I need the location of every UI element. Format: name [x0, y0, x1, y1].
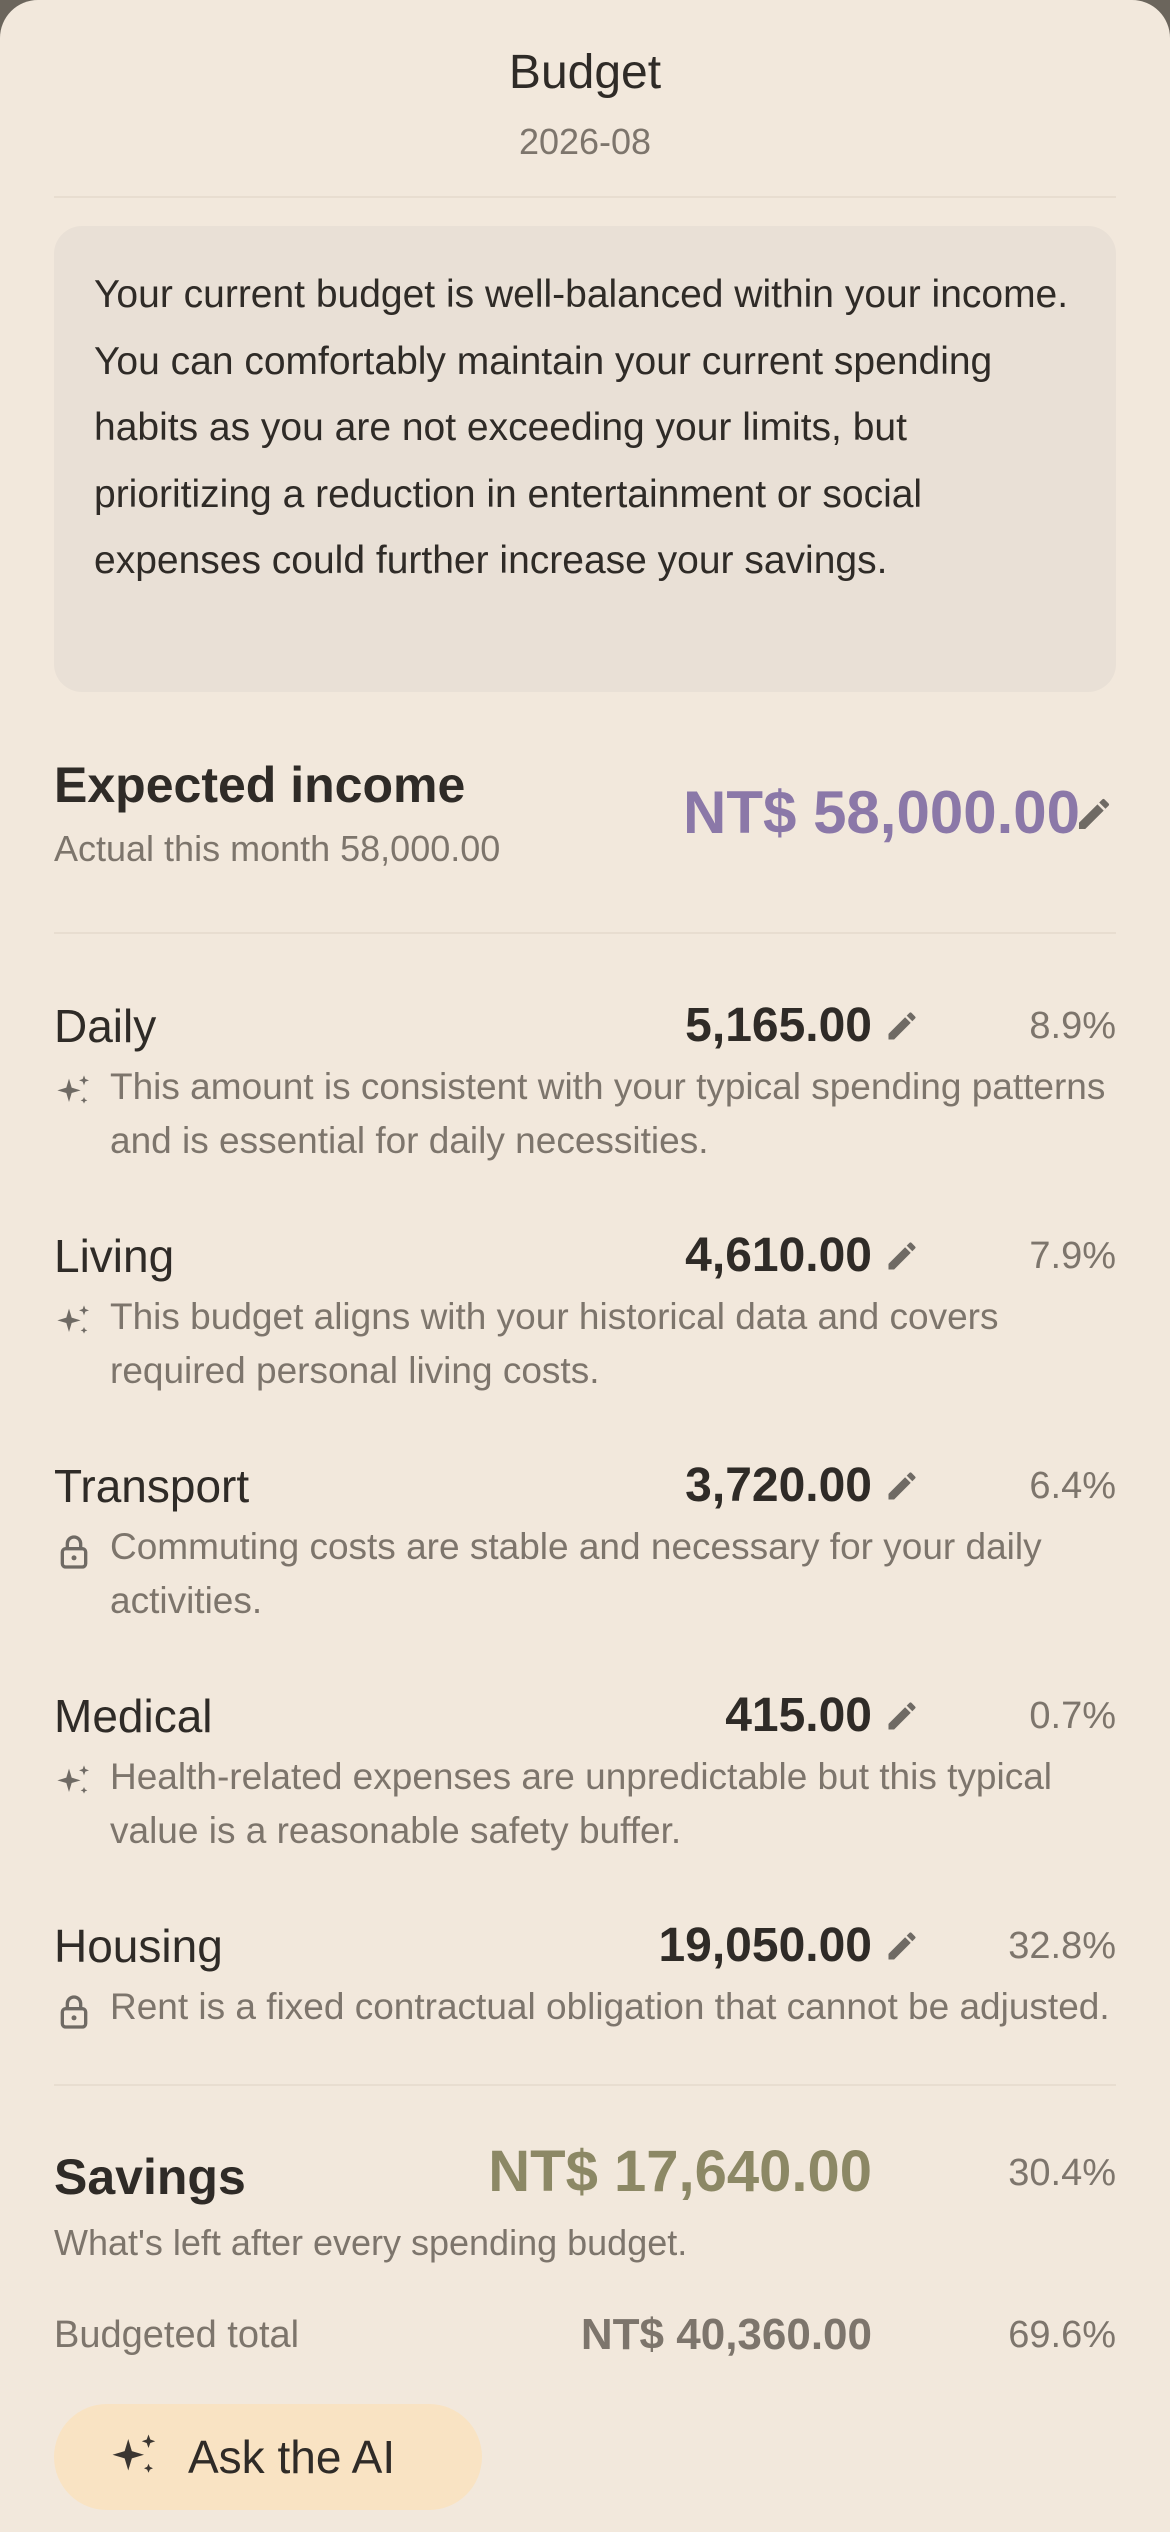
category-note: Health-related expenses are unpredictabl… — [110, 1756, 1053, 1851]
category-row: Medical 415.00 0.7% Health-related expen… — [0, 1686, 1170, 1916]
category-percent: 32.8% — [1008, 1925, 1116, 1967]
budget-sheet: Budget 2026-08 Your current budget is we… — [0, 0, 1170, 2532]
income-actual: Actual this month 58,000.00 — [54, 828, 501, 869]
category-name: Medical — [54, 1690, 213, 1742]
savings-description: What's left after every spending budget. — [54, 2222, 688, 2263]
edit-icon[interactable] — [884, 1238, 920, 1274]
divider — [54, 932, 1116, 934]
sparkle-icon — [57, 1075, 89, 1104]
category-row: Housing 19,050.00 32.8% Rent is a fixed … — [0, 1916, 1170, 2062]
header: Budget 2026-08 — [0, 40, 1170, 168]
savings-amount: NT$ 17,640.00 — [488, 2139, 872, 2204]
page-title: Budget — [508, 46, 662, 99]
sparkle-icon — [57, 1765, 89, 1794]
ask-ai-button[interactable]: Ask the AI — [54, 2404, 482, 2510]
income-label: Expected income — [54, 757, 466, 813]
edit-icon[interactable] — [884, 1698, 920, 1734]
category-note: Rent is a fixed contractual obligation t… — [110, 1986, 1110, 2027]
category-list[interactable]: Daily 5,165.00 8.9% This amount is consi… — [0, 970, 1170, 2062]
category-row: Living 4,610.00 7.9% This budget aligns … — [0, 1226, 1170, 1456]
edit-icon[interactable] — [884, 1008, 920, 1044]
category-percent: 7.9% — [1029, 1235, 1116, 1277]
ai-summary-card: Your current budget is well-balanced wit… — [54, 226, 1116, 692]
category-amount[interactable]: 19,050.00 — [658, 1916, 872, 1976]
divider — [54, 196, 1116, 198]
lock-icon — [60, 1995, 88, 2029]
sparkle-icon — [57, 1305, 89, 1334]
edit-icon[interactable] — [1074, 794, 1114, 834]
category-note: Commuting costs are stable and necessary… — [110, 1526, 1042, 1621]
category-name: Housing — [54, 1920, 223, 1972]
budgeted-total-percent: 69.6% — [1008, 2314, 1116, 2356]
category-amount[interactable]: 415.00 — [725, 1686, 872, 1746]
divider — [54, 2084, 1116, 2086]
budgeted-total-label: Budgeted total — [54, 2314, 300, 2356]
category-note: This amount is consistent with your typi… — [110, 1066, 1106, 1161]
category-amount[interactable]: 5,165.00 — [685, 996, 872, 1056]
budgeted-total-amount: NT$ 40,360.00 — [580, 2310, 872, 2359]
sparkle-icon — [112, 2434, 156, 2473]
savings-percent: 30.4% — [1008, 2152, 1116, 2194]
category-percent: 8.9% — [1029, 1005, 1116, 1047]
income-amount[interactable]: NT$ 58,000.00 — [683, 778, 1080, 847]
category-name: Transport — [54, 1460, 250, 1512]
category-percent: 0.7% — [1029, 1695, 1116, 1737]
category-amount[interactable]: 4,610.00 — [685, 1226, 872, 1286]
category-row: Transport 3,720.00 6.4% Commuting costs … — [0, 1456, 1170, 1686]
lock-icon — [60, 1535, 88, 1569]
category-name: Daily — [54, 1000, 157, 1052]
edit-icon[interactable] — [884, 1928, 920, 1964]
category-amount[interactable]: 3,720.00 — [685, 1456, 872, 1516]
category-percent: 6.4% — [1029, 1465, 1116, 1507]
category-row: Daily 5,165.00 8.9% This amount is consi… — [0, 996, 1170, 1226]
month-label: 2026-08 — [518, 121, 652, 162]
edit-icon[interactable] — [884, 1468, 920, 1504]
category-note: This budget aligns with your historical … — [110, 1296, 999, 1391]
ask-ai-label: Ask the AI — [188, 2431, 396, 2483]
category-name: Living — [54, 1230, 175, 1282]
savings-label: Savings — [54, 2149, 246, 2205]
